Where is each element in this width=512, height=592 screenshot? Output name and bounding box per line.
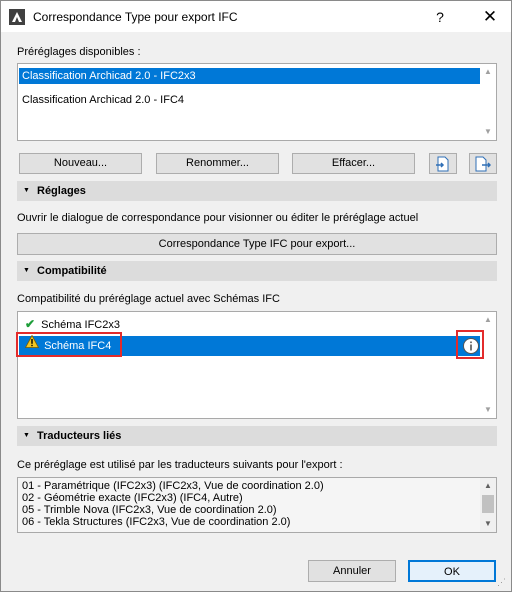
highlight-box-info (456, 330, 484, 359)
archicad-app-icon (9, 9, 25, 25)
compatibility-section-title: Compatibilité (37, 265, 107, 277)
presets-list[interactable]: Classification Archicad 2.0 - IFC2x3 Cla… (17, 63, 497, 141)
translator-item: 01 - Paramétrique (IFC2x3) (IFC2x3, Vue … (22, 480, 324, 492)
dialog-window: Correspondance Type pour export IFC ? ✕ … (0, 0, 512, 592)
scroll-up-icon[interactable]: ▲ (480, 64, 496, 80)
translator-item: 02 - Géométrie exacte (IFC2x3) (IFC4, Au… (22, 492, 243, 504)
ok-button[interactable]: OK (408, 560, 496, 582)
help-button[interactable]: ? (425, 6, 455, 28)
preset-item[interactable]: Classification Archicad 2.0 - IFC4 (19, 92, 481, 108)
settings-section-title: Réglages (37, 185, 86, 197)
compatibility-list[interactable]: ✔ Schéma IFC2x3 Schéma IFC4 ▲ ▼ (17, 311, 497, 419)
presets-label: Préréglages disponibles : (17, 46, 141, 58)
settings-description: Ouvrir le dialogue de correspondance pou… (17, 212, 419, 224)
translators-section-header[interactable]: ▼ Traducteurs liés (17, 426, 497, 446)
export-icon (475, 156, 492, 175)
scroll-down-icon[interactable]: ▼ (480, 402, 496, 418)
scroll-down-icon[interactable]: ▼ (480, 124, 496, 140)
new-preset-button[interactable]: Nouveau... (19, 153, 142, 174)
translators-description: Ce préréglage est utilisé par les traduc… (17, 459, 343, 471)
settings-section-header[interactable]: ▼ Réglages (17, 181, 497, 201)
window-title: Correspondance Type pour export IFC (33, 10, 238, 24)
collapse-triangle-icon: ▼ (23, 187, 30, 194)
collapse-triangle-icon: ▼ (23, 432, 30, 439)
cancel-button[interactable]: Annuler (308, 560, 396, 582)
delete-preset-button[interactable]: Effacer... (292, 153, 415, 174)
scroll-thumb[interactable] (482, 495, 494, 513)
import-icon (435, 156, 451, 175)
rename-preset-button[interactable]: Renommer... (156, 153, 279, 174)
resize-grip-icon[interactable]: ⋰ (497, 577, 509, 589)
translator-item: 05 - Trimble Nova (IFC2x3, Vue de coordi… (22, 504, 277, 516)
schema-item-ifc2x3[interactable]: ✔ Schéma IFC2x3 (19, 316, 481, 332)
schema-label: Schéma IFC2x3 (41, 319, 120, 331)
collapse-triangle-icon: ▼ (23, 267, 30, 274)
scroll-up-icon[interactable]: ▲ (480, 478, 496, 494)
compatibility-description: Compatibilité du préréglage actuel avec … (17, 293, 280, 305)
compatibility-section-header[interactable]: ▼ Compatibilité (17, 261, 497, 281)
compatibility-scrollbar[interactable]: ▲ ▼ (480, 312, 496, 418)
presets-scrollbar[interactable]: ▲ ▼ (480, 64, 496, 140)
preset-item[interactable]: Classification Archicad 2.0 - IFC2x3 (19, 68, 481, 84)
translators-scrollbar[interactable]: ▲ ▼ (480, 478, 496, 532)
translators-section-title: Traducteurs liés (37, 430, 122, 442)
highlight-box-schema (16, 332, 122, 357)
scroll-down-icon[interactable]: ▼ (480, 516, 496, 532)
ifc-mapping-button[interactable]: Correspondance Type IFC pour export... (17, 233, 497, 255)
translators-list[interactable]: 01 - Paramétrique (IFC2x3) (IFC2x3, Vue … (17, 477, 497, 533)
translator-item: 06 - Tekla Structures (IFC2x3, Vue de co… (22, 516, 291, 528)
import-preset-button[interactable] (429, 153, 457, 174)
title-bar: Correspondance Type pour export IFC ? ✕ (1, 1, 511, 32)
scroll-up-icon[interactable]: ▲ (480, 312, 496, 328)
close-button[interactable]: ✕ (475, 6, 505, 28)
export-preset-button[interactable] (469, 153, 497, 174)
checkmark-icon: ✔ (25, 317, 36, 331)
